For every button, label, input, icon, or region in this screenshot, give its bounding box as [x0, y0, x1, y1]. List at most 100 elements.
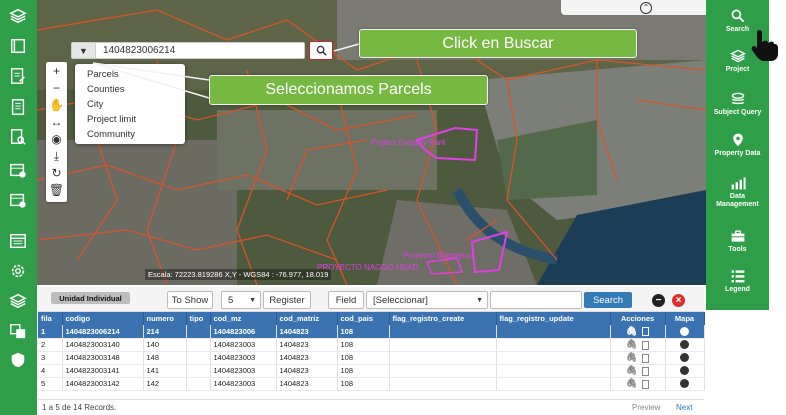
- pdf-icon[interactable]: [642, 366, 650, 376]
- pdf-icon[interactable]: [642, 327, 650, 337]
- cell-tipo: [186, 325, 211, 339]
- cell-acciones: 🖇: [610, 325, 666, 339]
- table-row[interactable]: 4 1404823003141 141 1404823003 1404823 1…: [38, 364, 705, 378]
- column-header[interactable]: cod_mz: [210, 312, 277, 325]
- globe-icon[interactable]: [680, 327, 689, 336]
- project-label-gregory: Project Gregory Park: [371, 138, 446, 147]
- sidebar-item-data-management[interactable]: Data Management: [706, 175, 769, 209]
- cell-cod-mz: 1404823003: [210, 351, 277, 365]
- table-search-button[interactable]: Search: [584, 292, 632, 308]
- attachment-icon[interactable]: 🖇: [626, 352, 637, 363]
- book-icon[interactable]: [7, 36, 29, 56]
- layers-icon[interactable]: [7, 291, 29, 311]
- cell-flag-create: [389, 364, 497, 378]
- table-row[interactable]: 1 1404823006214 214 1404823006 1404823 1…: [38, 325, 705, 339]
- callout-click-buscar: Click en Buscar: [359, 29, 637, 58]
- sidebar-item-subject-query[interactable]: Subject Query: [706, 91, 769, 117]
- page-size-select[interactable]: 5 ▼: [221, 291, 261, 309]
- field-select[interactable]: [Seleccionar] ▼: [366, 291, 488, 309]
- table-row[interactable]: 2 1404823003140 140 1404823003 1404823 1…: [38, 338, 705, 352]
- minimize-icon[interactable]: −: [652, 294, 665, 307]
- cell-cod-mz: 1404823003: [210, 364, 277, 378]
- sidebar-item-label: Tools: [728, 246, 747, 253]
- cell-codigo: 1404823003142: [62, 377, 144, 391]
- cell-flag-create: [389, 377, 497, 391]
- tab-unidad-individual[interactable]: Unidad Individual: [51, 292, 130, 304]
- gear-icon[interactable]: [7, 261, 29, 281]
- cell-cod-mz: 1404823003: [210, 338, 277, 352]
- column-header[interactable]: cod_matriz: [276, 312, 338, 325]
- cell-tipo: [186, 364, 211, 378]
- cell-cod-pais: 108: [337, 325, 390, 339]
- preview-button[interactable]: Preview: [632, 403, 660, 412]
- pdf-icon[interactable]: [642, 379, 650, 389]
- table-header-row: fila codigo numero tipo cod_mz cod_matri…: [38, 312, 705, 325]
- project-label-naggo: PROYECTO NAGGO HEAD: [317, 263, 419, 272]
- cell-mapa: [665, 364, 705, 378]
- app-root: ⌃ ▼ 1404823006214 + − ✋ ↔ ◉ ⤓ ↻ 🗑 Parcel…: [0, 0, 786, 415]
- records-count: 1 a 5 de 14 Records.: [42, 403, 117, 412]
- cell-cod-pais: 108: [337, 364, 390, 378]
- cell-numero: 214: [143, 325, 187, 339]
- cell-numero: 148: [143, 351, 187, 365]
- column-header[interactable]: flag_registro_create: [389, 312, 497, 325]
- globe-icon[interactable]: [680, 340, 689, 350]
- list-icon: [731, 270, 744, 283]
- pdf-icon[interactable]: [642, 353, 650, 363]
- cell-numero: 140: [143, 338, 187, 352]
- column-header[interactable]: fila: [38, 312, 63, 325]
- caret-down-icon: ▼: [476, 296, 483, 304]
- column-header[interactable]: numero: [143, 312, 187, 325]
- map-view[interactable]: ⌃ ▼ 1404823006214 + − ✋ ↔ ◉ ⤓ ↻ 🗑 Parcel…: [37, 0, 706, 285]
- to-show-label: To Show: [167, 291, 213, 309]
- sidebar-item-label: Property Data: [714, 150, 761, 157]
- sidebar-item-label: Project: [725, 66, 750, 73]
- bar-chart-icon: [731, 177, 746, 190]
- globe-icon[interactable]: [680, 353, 689, 363]
- report-icon[interactable]: [7, 97, 29, 117]
- next-button[interactable]: Next: [676, 403, 692, 412]
- cell-fila: 2: [38, 338, 63, 352]
- document-search-icon[interactable]: [7, 127, 29, 147]
- cell-flag-create: [389, 351, 497, 365]
- attachment-icon[interactable]: 🖇: [626, 326, 637, 337]
- column-header[interactable]: cod_pais: [337, 312, 390, 325]
- pdf-icon[interactable]: [642, 340, 650, 350]
- cell-fila: 1: [38, 325, 63, 339]
- table-row[interactable]: 3 1404823003148 148 1404823003 1404823 1…: [38, 351, 705, 365]
- close-icon[interactable]: ×: [672, 294, 685, 307]
- sidebar-item-legend[interactable]: Legend: [706, 268, 769, 294]
- globe-icon[interactable]: [680, 366, 689, 376]
- column-header: Acciones: [610, 312, 666, 325]
- attachment-icon[interactable]: 🖇: [626, 378, 637, 389]
- cell-mapa: [665, 377, 705, 391]
- column-header[interactable]: flag_registro_update: [496, 312, 611, 325]
- table-footer: 1 a 5 de 14 Records. Preview Next: [38, 399, 704, 415]
- edit-document-icon[interactable]: [7, 66, 29, 86]
- layers-icon[interactable]: [7, 6, 29, 26]
- column-header[interactable]: tipo: [186, 312, 211, 325]
- project-label-bridgeport: Proyecto Bridgeport: [403, 251, 474, 260]
- scale-readout: Escala: 72223.819286 X,Y - WGS84 : -76.9…: [145, 269, 332, 280]
- cell-acciones: 🖇: [610, 338, 666, 352]
- sidebar-item-tools[interactable]: Tools: [706, 228, 769, 254]
- shield-icon[interactable]: [7, 350, 29, 370]
- cell-cod-matriz: 1404823: [276, 338, 338, 352]
- window-icon[interactable]: [7, 231, 29, 251]
- calendar-settings-icon[interactable]: [7, 190, 29, 210]
- attachment-icon[interactable]: 🖇: [626, 339, 637, 350]
- cell-flag-update: [496, 364, 611, 378]
- calendar-edit-icon[interactable]: [7, 160, 29, 180]
- toolbox-icon: [731, 230, 744, 242]
- column-header[interactable]: codigo: [62, 312, 144, 325]
- sidebar-item-property-data[interactable]: Property Data: [706, 132, 769, 158]
- translate-icon[interactable]: [7, 321, 29, 341]
- results-panel: Unidad Individual To Show 5 ▼ Register Fi…: [38, 287, 705, 415]
- globe-icon[interactable]: [680, 379, 689, 389]
- cell-cod-matriz: 1404823: [276, 351, 338, 365]
- attachment-icon[interactable]: 🖇: [626, 365, 637, 376]
- cell-numero: 142: [143, 377, 187, 391]
- table-row[interactable]: 5 1404823003142 142 1404823003 1404823 1…: [38, 377, 705, 391]
- cell-codigo: 1404823006214: [62, 325, 144, 339]
- field-search-input[interactable]: [490, 291, 582, 309]
